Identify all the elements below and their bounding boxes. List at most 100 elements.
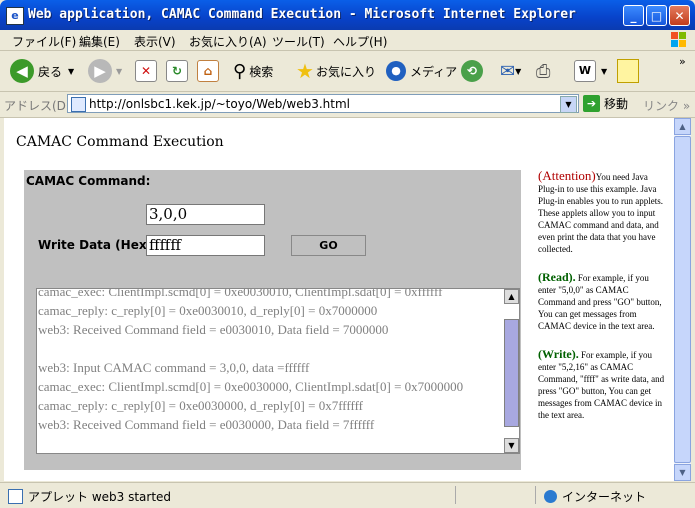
mail-button[interactable]: ✉ ▼ [500,57,521,85]
chevron-down-icon: ▼ [116,66,123,76]
globe-icon [544,490,557,503]
go-button[interactable]: ➔ 移動 [583,95,628,112]
log-line: web3: Input CAMAC command = 3,0,0, data … [38,360,310,375]
chevron-down-icon[interactable]: ▼ [560,96,577,113]
forward-button[interactable]: ▶ ▼ [88,57,122,85]
scroll-down-icon[interactable]: ▼ [674,464,691,481]
links-button[interactable]: リンク » [643,97,690,114]
minimize-button[interactable]: _ [623,5,644,26]
word-edit-icon: W [574,60,596,82]
stop-icon: ✕ [135,60,157,82]
write-data-input[interactable]: ffffff [146,235,265,256]
execute-go-button[interactable]: GO [291,235,366,256]
refresh-button[interactable]: ↻ [166,57,188,85]
back-button[interactable]: ◀ 戻る ▼ [10,57,74,85]
window-title: Web application, CAMAC Command Execution… [28,7,576,22]
instructions-sidebar: (Attention)You need Java Plug-in to use … [538,168,666,437]
title-bar[interactable]: e Web application, CAMAC Command Executi… [0,0,695,30]
go-arrow-icon: ➔ [583,95,600,112]
back-arrow-icon: ◀ [10,59,34,83]
scroll-up-icon[interactable]: ▲ [504,289,519,304]
media-globe-icon: ● [386,61,406,81]
toolbar-overflow-icon[interactable]: » [679,55,686,68]
log-line: camac_reply: c_reply[0] = 0xe0030010, d_… [38,303,378,318]
printer-icon: ⎙ [536,60,551,82]
forward-arrow-icon: ▶ [88,59,112,83]
log-line: camac_exec: ClientImpl.scmd[0] = 0xe0030… [38,379,464,394]
page-content: CAMAC Command Execution CAMAC Command: 3… [4,118,674,481]
menu-view[interactable]: 表示(V) [134,33,176,50]
scroll-up-icon[interactable]: ▲ [674,118,691,135]
status-divider [455,486,456,504]
history-button[interactable]: ⟲ [461,57,487,85]
scroll-down-icon[interactable]: ▼ [504,438,519,453]
chevron-down-icon: ▼ [515,66,522,76]
log-scroll-thumb[interactable] [504,319,519,427]
close-button[interactable]: ✕ [669,5,690,26]
refresh-icon: ↻ [166,60,188,82]
go-label: 移動 [604,97,629,111]
write-paragraph: (Write). For example, if you enter "5,2,… [538,348,666,421]
favorites-label: お気に入り [315,64,376,79]
toolbar: ◀ 戻る ▼ ▶ ▼ ✕ ↻ ⌂ ⚲ 検索 ★ お気に入り ● メディア ⟲ ✉… [0,51,695,92]
command-input[interactable]: 3,0,0 [146,204,265,225]
camac-applet: CAMAC Command: 3,0,0 Write Data (Hex) : … [24,170,521,470]
menu-favorites[interactable]: お気に入り(A) [189,33,267,50]
log-line: camac_exec: ClientImpl.scmd[0] = 0xe0030… [38,288,443,299]
security-zone[interactable]: インターネット [544,488,646,505]
address-url: http://onlsbc1.kek.jp/~toyo/Web/web3.htm… [89,97,351,111]
menu-tools[interactable]: ツール(T) [272,33,325,50]
mail-icon: ✉ [500,60,516,82]
menu-edit[interactable]: 編集(E) [79,33,120,50]
read-heading: (Read). [538,270,576,284]
stop-button[interactable]: ✕ [135,57,157,85]
menu-file[interactable]: ファイル(F) [12,33,76,50]
search-label: 検索 [249,64,274,79]
messenger-button[interactable] [617,57,639,85]
page-scroll-thumb[interactable] [674,136,691,463]
attention-text: You need Java Plug-in to use this exampl… [538,172,663,254]
output-text-area[interactable]: camac_exec: ClientImpl.scmd[0] = 0xe0030… [36,288,520,454]
address-label: アドレス(D) [4,99,71,113]
favorites-button[interactable]: ★ お気に入り [296,57,376,85]
history-icon: ⟲ [461,60,483,82]
chevron-down-icon: ▼ [68,66,75,76]
write-text: For example, if you enter "5,2,16" as CA… [538,350,665,420]
read-paragraph: (Read). For example, if you enter "5,0,0… [538,271,666,332]
status-divider [535,486,536,504]
media-label: メディア [410,64,458,79]
log-line: web3: Received Command field = e0030010,… [38,322,389,337]
search-icon: ⚲ [233,60,247,82]
log-line: camac_reply: c_reply[0] = 0xe0030000, d_… [38,398,364,413]
media-button[interactable]: ● メディア [386,57,457,85]
print-button[interactable]: ⎙ [536,57,550,85]
address-bar: アドレス(D) http://onlsbc1.kek.jp/~toyo/Web/… [0,92,695,118]
search-button[interactable]: ⚲ 検索 [233,57,273,85]
command-label: CAMAC Command: [26,174,151,188]
menu-help[interactable]: ヘルプ(H) [333,33,387,50]
page-title: CAMAC Command Execution [16,134,224,150]
page-scrollbar[interactable]: ▲ ▼ [674,118,691,481]
attention-paragraph: (Attention)You need Java Plug-in to use … [538,168,666,255]
log-line: web3: Received Command field = e0030000,… [38,417,375,432]
windows-logo-icon [671,32,686,47]
page-icon [71,97,86,112]
status-message: アプレット web3 started [8,488,171,505]
page-status-icon [8,489,23,504]
status-text: アプレット web3 started [28,490,172,504]
address-input[interactable]: http://onlsbc1.kek.jp/~toyo/Web/web3.htm… [67,94,579,113]
zone-text: インターネット [562,490,647,504]
write-data-label: Write Data (Hex) : [38,238,162,252]
log-scrollbar[interactable]: ▲ ▼ [504,289,519,453]
chevron-down-icon: ▼ [601,66,608,76]
home-icon: ⌂ [197,60,219,82]
edit-button[interactable]: W ▼ [574,57,607,85]
back-label: 戻る [38,64,63,79]
note-icon [617,59,639,83]
attention-heading: (Attention) [538,168,596,183]
home-button[interactable]: ⌂ [197,57,219,85]
ie-page-icon: e [6,7,24,25]
status-bar: アプレット web3 started インターネット [0,482,695,508]
maximize-button[interactable]: □ [646,5,667,26]
write-heading: (Write). [538,347,579,361]
